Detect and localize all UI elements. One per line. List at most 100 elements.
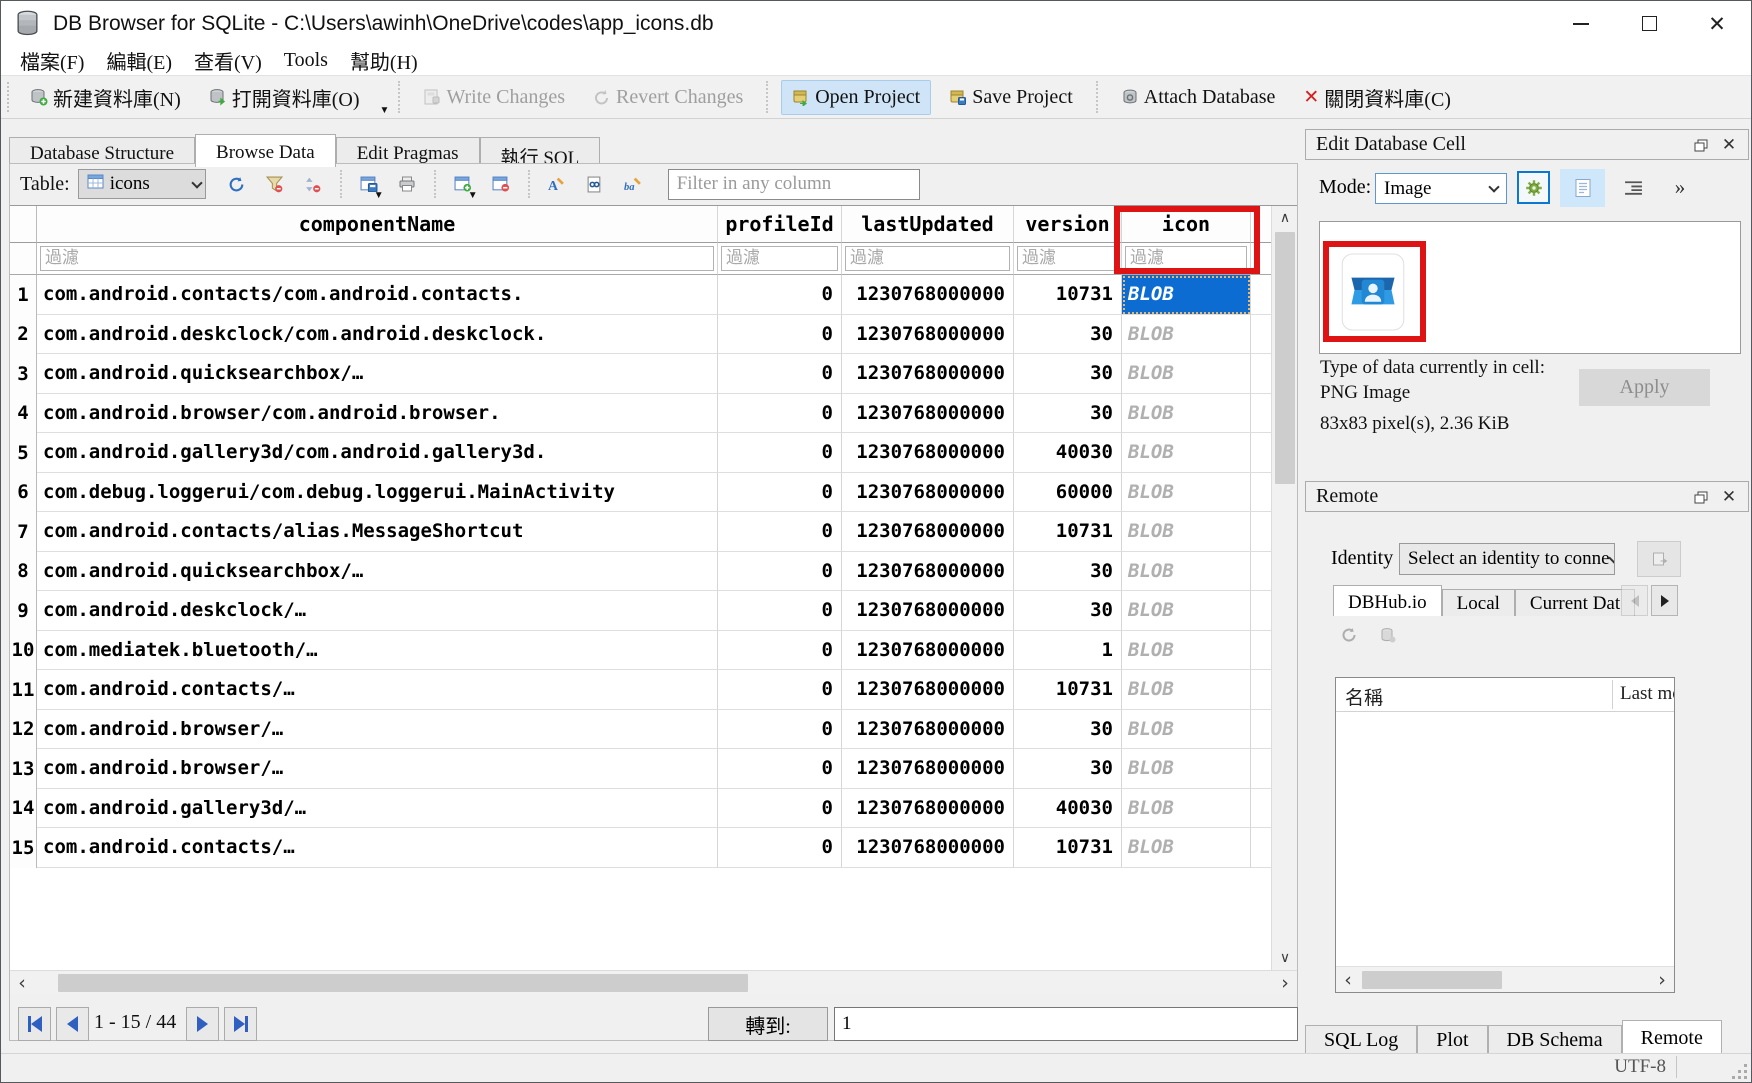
version-cell[interactable]: 10731 <box>1014 275 1122 315</box>
insert-record-dropdown-icon[interactable]: ▼ <box>468 190 478 203</box>
open-database-button[interactable]: 打開資料庫(O) <box>199 78 370 117</box>
tab-scroll-left-button[interactable] <box>1621 585 1648 616</box>
icon-blob-cell[interactable]: BLOB <box>1122 354 1251 394</box>
column-header-version[interactable]: version <box>1014 206 1122 243</box>
table-select[interactable]: icons <box>78 169 206 199</box>
profileId-cell[interactable]: 0 <box>718 354 842 394</box>
componentName-cell[interactable]: com.android.gallery3d/com.android.galler… <box>37 433 718 473</box>
menu-tools[interactable]: Tools <box>273 49 339 72</box>
revert-changes-button[interactable]: Revert Changes <box>583 81 753 114</box>
version-cell[interactable]: 30 <box>1014 552 1122 592</box>
dock-tab-plot[interactable]: Plot <box>1417 1025 1487 1054</box>
icon-blob-cell[interactable]: BLOB <box>1122 433 1251 473</box>
column-header-lastUpdated[interactable]: lastUpdated <box>842 206 1014 243</box>
lastUpdated-cell[interactable]: 1230768000000 <box>842 354 1014 394</box>
close-database-button[interactable]: ✕ 關閉資料庫(C) <box>1293 78 1461 117</box>
profileId-cell[interactable]: 0 <box>718 631 842 671</box>
version-cell[interactable]: 40030 <box>1014 789 1122 829</box>
componentName-cell[interactable]: com.android.deskclock/com.android.deskcl… <box>37 315 718 355</box>
scroll-right-icon[interactable]: › <box>1273 971 1297 995</box>
lastUpdated-cell[interactable]: 1230768000000 <box>842 710 1014 750</box>
column-header-profileId[interactable]: profileId <box>718 206 842 243</box>
dock-tab-sql-log[interactable]: SQL Log <box>1305 1025 1417 1054</box>
icon-blob-cell[interactable]: BLOB <box>1122 670 1251 710</box>
identity-import-button[interactable] <box>1637 541 1681 577</box>
text-mode-button[interactable] <box>1560 169 1605 207</box>
row-number-cell[interactable]: 13 <box>10 749 37 789</box>
version-cell[interactable]: 30 <box>1014 591 1122 631</box>
icon-blob-cell[interactable]: BLOB <box>1122 512 1251 552</box>
next-record-button[interactable] <box>186 1007 219 1041</box>
version-cell[interactable]: 30 <box>1014 749 1122 789</box>
partial-cell[interactable] <box>1251 394 1271 434</box>
componentName-cell[interactable]: com.android.gallery3d/… <box>37 789 718 829</box>
lastUpdated-cell[interactable]: 1230768000000 <box>842 591 1014 631</box>
filter-version[interactable]: 過濾 <box>1014 243 1122 275</box>
componentName-cell[interactable]: com.android.contacts/… <box>37 670 718 710</box>
lastUpdated-cell[interactable]: 1230768000000 <box>842 789 1014 829</box>
edit-condformat-button[interactable]: ba <box>616 169 650 199</box>
scroll-left-icon[interactable]: ‹ <box>10 971 34 995</box>
profileId-cell[interactable]: 0 <box>718 710 842 750</box>
goto-button[interactable]: 轉到: <box>708 1007 828 1041</box>
icon-blob-cell[interactable]: BLOB <box>1122 710 1251 750</box>
horizontal-scrollbar-thumb[interactable] <box>58 974 748 992</box>
refresh-button[interactable] <box>220 169 254 199</box>
table-row[interactable]: 12com.android.browser/…0123076800000030B… <box>10 710 1271 750</box>
lastUpdated-cell[interactable]: 1230768000000 <box>842 552 1014 592</box>
profileId-cell[interactable]: 0 <box>718 394 842 434</box>
partial-cell[interactable] <box>1251 710 1271 750</box>
close-dock-icon[interactable]: ✕ <box>1718 487 1740 507</box>
version-cell[interactable]: 30 <box>1014 394 1122 434</box>
identity-select[interactable]: Select an identity to conne <box>1399 543 1615 575</box>
version-cell[interactable]: 40030 <box>1014 433 1122 473</box>
dock-tab-remote[interactable]: Remote <box>1622 1020 1722 1054</box>
menu-edit[interactable]: 編輯(E) <box>95 46 183 75</box>
table-row[interactable]: 6com.debug.loggerui/com.debug.loggerui.M… <box>10 473 1271 513</box>
lastUpdated-cell[interactable]: 1230768000000 <box>842 433 1014 473</box>
insert-record-button[interactable]: ▼ <box>446 169 480 199</box>
scroll-left-icon[interactable]: ‹ <box>1336 967 1360 993</box>
profileId-cell[interactable]: 0 <box>718 315 842 355</box>
table-row[interactable]: 14com.android.gallery3d/…012307680000004… <box>10 789 1271 829</box>
remote-tab-dbhub[interactable]: DBHub.io <box>1333 585 1442 616</box>
profileId-cell[interactable]: 0 <box>718 749 842 789</box>
table-row[interactable]: 9com.android.deskclock/…0123076800000030… <box>10 591 1271 631</box>
componentName-cell[interactable]: com.android.quicksearchbox/… <box>37 552 718 592</box>
menu-file[interactable]: 檔案(F) <box>9 46 95 75</box>
componentName-cell[interactable]: com.mediatek.bluetooth/… <box>37 631 718 671</box>
version-cell[interactable]: 30 <box>1014 354 1122 394</box>
apply-button[interactable]: Apply <box>1579 369 1710 406</box>
profileId-cell[interactable]: 0 <box>718 552 842 592</box>
profileId-cell[interactable]: 0 <box>718 828 842 868</box>
profileId-cell[interactable]: 0 <box>718 670 842 710</box>
profileId-cell[interactable]: 0 <box>718 789 842 829</box>
open-database-dropdown-icon[interactable]: ▼ <box>380 105 390 118</box>
name-column-header[interactable]: 名稱 <box>1345 683 1383 710</box>
row-number-cell[interactable]: 6 <box>10 473 37 513</box>
table-row[interactable]: 7com.android.contacts/alias.MessageShort… <box>10 512 1271 552</box>
icon-blob-cell[interactable]: BLOB <box>1122 315 1251 355</box>
lastUpdated-cell[interactable]: 1230768000000 <box>842 749 1014 789</box>
lastUpdated-cell[interactable]: 1230768000000 <box>842 828 1014 868</box>
dock-tab-db-schema[interactable]: DB Schema <box>1488 1025 1622 1054</box>
partial-cell[interactable] <box>1251 591 1271 631</box>
last-record-button[interactable] <box>224 1007 257 1041</box>
filter-any-column-input[interactable] <box>668 169 920 200</box>
componentName-cell[interactable]: com.android.browser/com.android.browser. <box>37 394 718 434</box>
partial-cell[interactable] <box>1251 354 1271 394</box>
icon-blob-cell[interactable]: BLOB <box>1122 473 1251 513</box>
column-header-componentName[interactable]: componentName <box>37 206 718 243</box>
row-number-cell[interactable]: 5 <box>10 433 37 473</box>
componentName-cell[interactable]: com.debug.loggerui/com.debug.loggerui.Ma… <box>37 473 718 513</box>
row-number-cell[interactable]: 2 <box>10 315 37 355</box>
row-number-cell[interactable]: 4 <box>10 394 37 434</box>
clear-sorting-button[interactable] <box>296 169 330 199</box>
partial-cell[interactable] <box>1251 828 1271 868</box>
row-number-cell[interactable]: 15 <box>10 828 37 868</box>
componentName-cell[interactable]: com.android.browser/… <box>37 710 718 750</box>
componentName-cell[interactable]: com.android.quicksearchbox/… <box>37 354 718 394</box>
partial-cell[interactable] <box>1251 315 1271 355</box>
row-number-cell[interactable]: 12 <box>10 710 37 750</box>
table-row[interactable]: 10com.mediatek.bluetooth/…01230768000000… <box>10 631 1271 671</box>
